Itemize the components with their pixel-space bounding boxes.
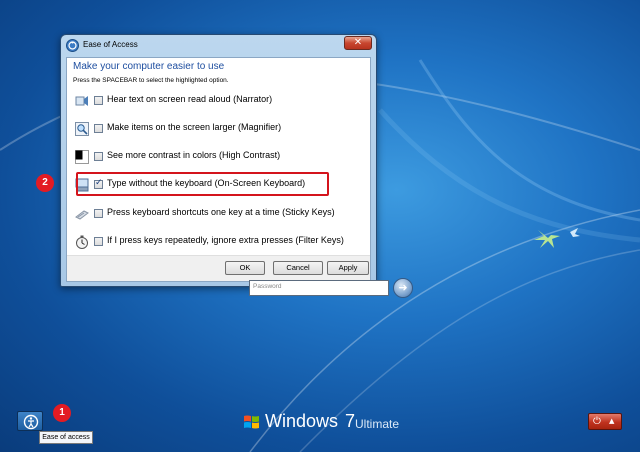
brand-edition: Ultimate [355,417,400,431]
ease-of-access-dialog: Ease of Access ✕ Make your computer easi… [60,34,377,287]
apply-button[interactable]: Apply [327,261,369,275]
option-narrator[interactable]: Hear text on screen read aloud (Narrator… [75,92,365,112]
close-button[interactable]: ✕ [344,36,372,50]
narrator-icon [75,96,88,106]
dialog-titlebar[interactable]: Ease of Access ✕ [61,35,376,57]
ease-of-access-icon [66,39,79,52]
ok-button[interactable]: OK [225,261,265,275]
step-marker-1: 1 [53,404,71,422]
shutdown-options-arrow-icon[interactable]: ▲ [609,417,614,425]
option-label: If I press keys repeatedly, ignore extra… [107,235,344,245]
power-icon: ⏻ [593,416,601,427]
submit-arrow-button[interactable]: ➜ [393,278,413,298]
step-marker-2: 2 [36,174,54,192]
sticky-keys-icon [75,210,89,220]
cancel-button[interactable]: Cancel [273,261,323,275]
shutdown-button[interactable]: ⏻ ▲ [588,413,622,430]
option-filter-keys[interactable]: If I press keys repeatedly, ignore extra… [75,233,365,253]
dialog-subheading: Press the SPACEBAR to select the highlig… [73,77,229,84]
option-high-contrast[interactable]: See more contrast in colors (High Contra… [75,148,365,168]
brand-version: 7 [345,411,356,431]
option-sticky-keys[interactable]: Press keyboard shortcuts one key at a ti… [75,205,365,225]
filter-keys-checkbox[interactable] [94,237,103,246]
dialog-body: Make your computer easier to use Press t… [66,57,371,282]
dialog-button-bar: OK Cancel Apply [67,255,370,281]
filter-keys-icon [76,235,88,249]
option-label: Hear text on screen read aloud (Narrator… [107,94,273,104]
ease-of-access-tooltip: Ease of access [39,431,93,444]
windows-logo-icon [244,415,259,429]
password-field[interactable]: Password [249,280,389,296]
option-magnifier[interactable]: Make items on the screen larger (Magnifi… [75,120,365,140]
high-contrast-icon [75,150,89,164]
highlight-box [76,172,329,196]
magnifier-icon [75,122,89,136]
brand-name: Windows [265,411,339,431]
option-label: Press keyboard shortcuts one key at a ti… [107,207,335,217]
ease-of-access-button[interactable] [17,411,43,431]
dialog-title: Ease of Access [83,40,138,49]
dialog-heading: Make your computer easier to use [73,61,225,72]
ease-of-access-icon [23,414,39,430]
sticky-keys-checkbox[interactable] [94,209,103,218]
option-label: Make items on the screen larger (Magnifi… [107,122,282,132]
option-label: See more contrast in colors (High Contra… [107,150,281,160]
magnifier-checkbox[interactable] [94,124,103,133]
high-contrast-checkbox[interactable] [94,152,103,161]
narrator-checkbox[interactable] [94,96,103,105]
